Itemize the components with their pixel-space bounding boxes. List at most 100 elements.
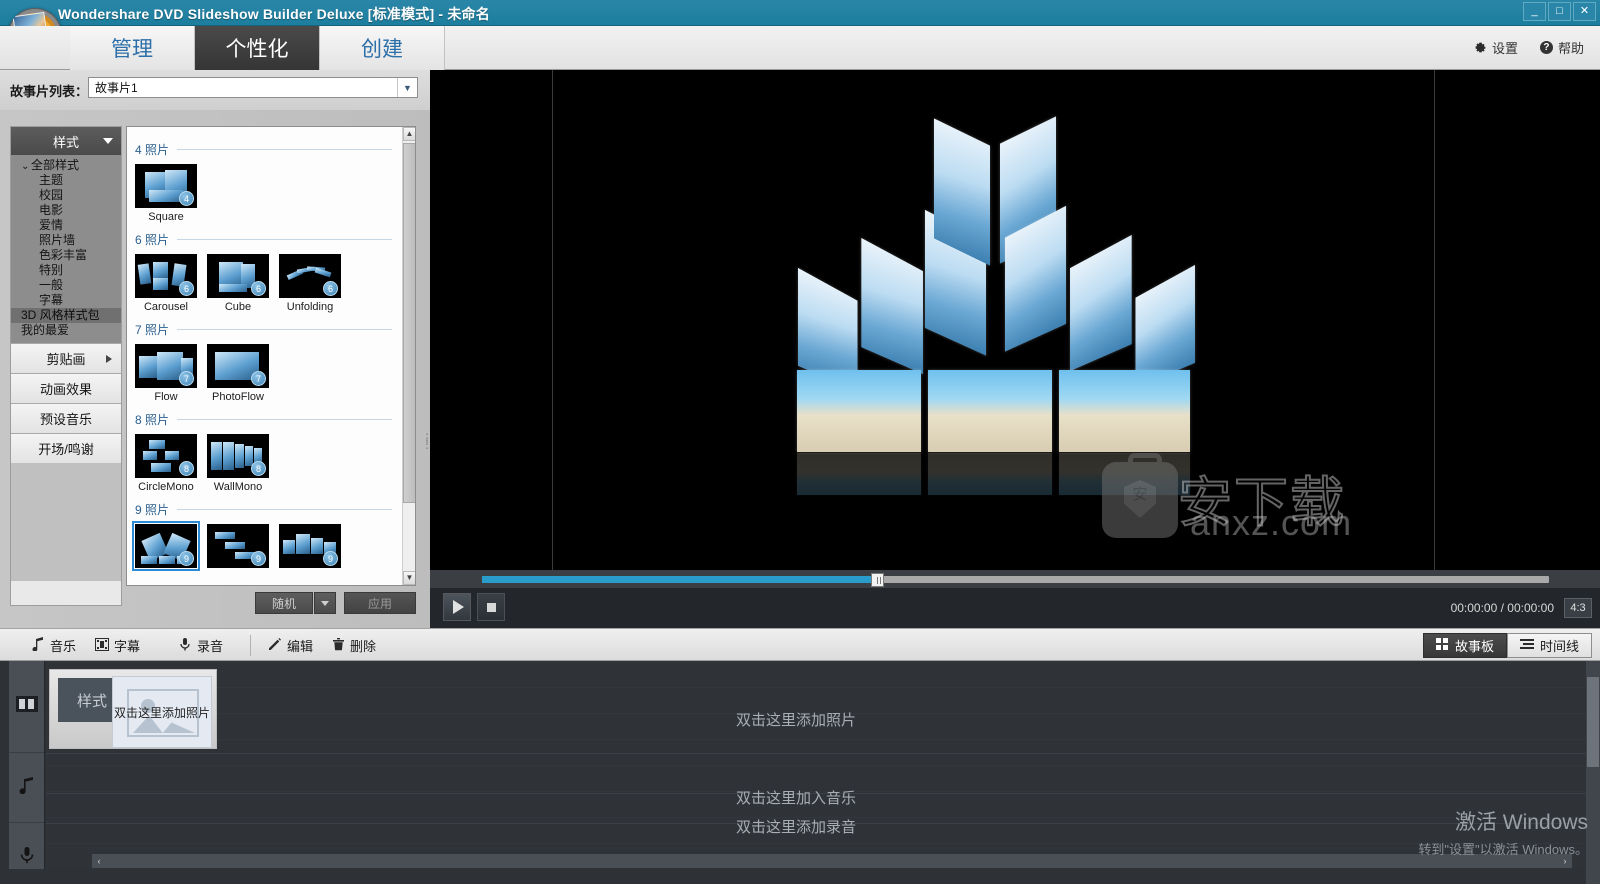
tree-item[interactable]: 色彩丰富	[11, 248, 121, 263]
storyboard-vscrollbar[interactable]	[1586, 661, 1600, 884]
gallery-scrollbar-thumb[interactable]	[403, 143, 415, 503]
tree-item[interactable]: 字幕	[11, 293, 121, 308]
tree-item[interactable]: 校园	[11, 188, 121, 203]
help-button[interactable]: ? 帮助	[1539, 38, 1584, 57]
voice-track-button[interactable]	[9, 823, 44, 884]
style-item[interactable]: 8 WallMono	[207, 434, 269, 493]
random-options-button[interactable]	[314, 592, 336, 614]
style-name-label: PhotoFlow	[212, 391, 264, 403]
scroll-down-icon[interactable]: ▼	[403, 571, 415, 585]
window-controls: _ □ ✕	[1523, 2, 1596, 21]
hint-add-music[interactable]: 双击这里加入音乐	[736, 787, 856, 808]
tree-item[interactable]: 我的最爱	[11, 323, 121, 338]
style-thumbnail[interactable]: 6	[135, 254, 197, 298]
clip-add-photo[interactable]: 双击这里添加照片	[112, 676, 212, 748]
style-thumbnail[interactable]: 9	[207, 524, 269, 568]
tree-item[interactable]: 电影	[11, 203, 121, 218]
hint-add-photo[interactable]: 双击这里添加照片	[736, 709, 856, 730]
gallery-group-label: 9 照片	[135, 503, 170, 517]
gallery-group-header: 4 照片	[135, 141, 404, 158]
maximize-button[interactable]: □	[1548, 2, 1571, 21]
style-name-label: Cube	[224, 301, 252, 313]
settings-button[interactable]: 设置	[1474, 38, 1518, 57]
tree-item[interactable]: 3D 风格样式包	[11, 308, 121, 323]
tree-item-label: 电影	[39, 203, 64, 217]
tree-item[interactable]: 一般	[11, 278, 121, 293]
photo-count-badge: 6	[323, 281, 338, 296]
scroll-left-icon[interactable]: ‹	[92, 854, 106, 868]
seek-track[interactable]	[482, 573, 1549, 587]
toolbar-delete[interactable]: 删除	[332, 636, 376, 655]
divider	[177, 419, 392, 420]
story-list-select[interactable]: 故事片1 ▼	[88, 77, 418, 98]
style-thumbnail[interactable]: 9	[132, 521, 200, 571]
view-storyboard[interactable]: 故事板	[1422, 633, 1507, 658]
story-list-value: 故事片1	[95, 81, 138, 95]
toolbar-separator	[250, 635, 251, 656]
style-item[interactable]: 4 Square	[135, 164, 197, 223]
music-track-button[interactable]	[9, 753, 44, 823]
gallery-actions: 随机 应用	[126, 592, 416, 618]
style-thumbnail[interactable]: 8	[207, 434, 269, 478]
storyboard-canvas[interactable]: 样式 双击这里添加照片 双击这里添加照片 双击这里加入音乐 双击这里添加录音 ‹…	[46, 661, 1586, 869]
storyboard-vscrollbar-thumb[interactable]	[1587, 677, 1599, 767]
sidebar-item-animation[interactable]: 动画效果	[11, 373, 121, 403]
tab-manage[interactable]: 管理	[70, 26, 195, 70]
style-item[interactable]: 6 Carousel	[135, 254, 197, 313]
toolbar-record[interactable]: 录音	[178, 636, 223, 655]
style-thumbnail[interactable]: 6	[279, 254, 341, 298]
tree-item[interactable]: ⌄ 全部样式	[11, 158, 121, 173]
tree-item-label: 校园	[39, 188, 64, 202]
style-thumbnail[interactable]: 9	[279, 524, 341, 568]
video-track-button[interactable]	[9, 661, 44, 753]
tab-create[interactable]: 创建	[320, 26, 445, 70]
photo-count-badge: 9	[323, 551, 338, 566]
play-button[interactable]	[443, 593, 471, 621]
gallery-scrollbar[interactable]: ▲ ▼	[402, 127, 415, 585]
view-timeline[interactable]: 时间线	[1506, 633, 1592, 658]
tree-item[interactable]: 爱情	[11, 218, 121, 233]
tree-item[interactable]: 主题	[11, 173, 121, 188]
style-item[interactable]: 9	[207, 524, 269, 571]
style-thumbnail[interactable]: 7	[207, 344, 269, 388]
stop-button[interactable]	[477, 593, 505, 621]
tree-item[interactable]: 特别	[11, 263, 121, 278]
style-thumbnail[interactable]: 4	[135, 164, 197, 208]
seek-bar[interactable]	[430, 570, 1600, 588]
aspect-ratio-button[interactable]: 4:3	[1564, 598, 1592, 618]
tab-personalize[interactable]: 个性化	[195, 26, 320, 70]
hint-add-voice[interactable]: 双击这里添加录音	[736, 816, 856, 837]
style-thumbnail[interactable]: 7	[135, 344, 197, 388]
seek-handle[interactable]	[870, 573, 884, 587]
sidebar-item-clipart[interactable]: 剪贴画	[11, 343, 121, 373]
random-button[interactable]: 随机	[255, 592, 313, 614]
close-button[interactable]: ✕	[1573, 2, 1596, 21]
chevron-down-icon: ⌄	[21, 161, 30, 172]
style-item[interactable]: 7 PhotoFlow	[207, 344, 269, 403]
storyboard-hscrollbar[interactable]: ‹ ›	[92, 854, 1572, 868]
scroll-up-icon[interactable]: ▲	[403, 127, 415, 141]
style-gallery: 4 照片 4 Square 6 照片 6 Carousel 6 Cube 6 Unfolding 7…	[126, 126, 416, 586]
style-item[interactable]: 9	[132, 521, 200, 571]
gallery-group-header: 9 照片	[135, 501, 404, 518]
minimize-button[interactable]: _	[1523, 2, 1546, 21]
sidebar-item-opening-credits[interactable]: 开场/鸣谢	[11, 433, 121, 463]
style-thumbnail[interactable]: 8	[135, 434, 197, 478]
photo-count-badge: 7	[251, 371, 266, 386]
preview-area[interactable]: 安 anxz.com 安下载	[430, 70, 1600, 570]
style-item[interactable]: 8 CircleMono	[135, 434, 197, 493]
toolbar-subtitle[interactable]: 字幕	[95, 636, 140, 655]
toolbar-music[interactable]: 音乐	[32, 636, 76, 655]
tree-item[interactable]: 照片墙	[11, 233, 121, 248]
style-sidebar-header[interactable]: 样式	[11, 127, 121, 155]
style-item[interactable]: 6 Cube	[207, 254, 269, 313]
style-thumbnail[interactable]: 6	[207, 254, 269, 298]
help-label: 帮助	[1557, 41, 1584, 56]
style-item[interactable]: 6 Unfolding	[279, 254, 341, 313]
toolbar-edit[interactable]: 编辑	[268, 636, 313, 655]
storyboard-clip[interactable]: 样式 双击这里添加照片	[49, 669, 217, 749]
style-item[interactable]: 9	[279, 524, 341, 571]
sidebar-item-preset-music[interactable]: 预设音乐	[11, 403, 121, 433]
style-item[interactable]: 7 Flow	[135, 344, 197, 403]
apply-button[interactable]: 应用	[344, 592, 416, 614]
